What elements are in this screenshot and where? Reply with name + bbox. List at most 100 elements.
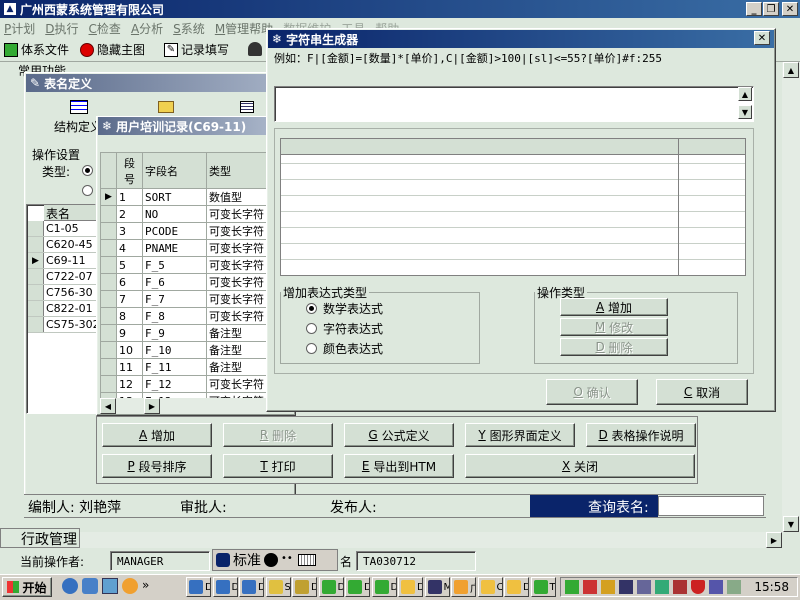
media-icon[interactable] bbox=[122, 578, 138, 594]
minimize-button[interactable]: _ bbox=[746, 2, 762, 16]
query-input[interactable] bbox=[658, 496, 764, 516]
type-radio-1[interactable] bbox=[82, 165, 93, 176]
taskbar-task-2[interactable]: D bbox=[239, 577, 264, 597]
taskbar-task-3[interactable]: S bbox=[265, 577, 291, 597]
header-seq[interactable]: 段号 bbox=[116, 152, 143, 189]
bottom-button-2[interactable]: G 公式定义 bbox=[344, 423, 454, 447]
expression-input[interactable] bbox=[274, 86, 754, 122]
menu-item-5[interactable]: M管理帮助 bbox=[215, 20, 273, 37]
tray-icon-4[interactable] bbox=[619, 580, 633, 594]
main-vscroll[interactable] bbox=[782, 62, 800, 532]
scroll-right-arrow[interactable]: ▶ bbox=[144, 398, 160, 414]
table-name-row[interactable]: ▶ C69-11 bbox=[28, 253, 96, 269]
bottom-button-row2-2[interactable]: E 导出到HTM bbox=[344, 454, 454, 478]
toolbar-item-hide[interactable]: 隐藏主图 bbox=[80, 41, 145, 58]
taskbar-task-4[interactable]: D bbox=[292, 577, 317, 597]
main-scroll-down[interactable]: ▼ bbox=[783, 516, 799, 532]
cancel-button[interactable]: C 取消 bbox=[656, 379, 748, 405]
type-radio-2[interactable] bbox=[82, 185, 93, 196]
desktop-icon[interactable] bbox=[102, 578, 118, 594]
main-scroll-up[interactable]: ▲ bbox=[783, 62, 799, 78]
bottom-button-row2-1[interactable]: T 打印 bbox=[223, 454, 333, 478]
table-name-row[interactable]: C722-07 bbox=[28, 269, 96, 285]
table-name-row[interactable]: CS75-302 bbox=[28, 317, 96, 333]
taskbar-task-9[interactable]: M bbox=[424, 577, 450, 597]
field-row[interactable]: 2 NO 可变长字符 bbox=[100, 205, 268, 223]
field-row[interactable]: ▶ 1 SORT 数值型 bbox=[100, 188, 268, 206]
op-button-0[interactable]: A 增加 bbox=[560, 298, 668, 316]
field-row[interactable]: 8 F_8 可变长字符 bbox=[100, 307, 268, 325]
taskbar-task-11[interactable]: C bbox=[477, 577, 503, 597]
structure-icon[interactable] bbox=[70, 100, 88, 114]
op-button-1[interactable]: M 修改 bbox=[560, 318, 668, 336]
op-button-2[interactable]: D 删除 bbox=[560, 338, 668, 356]
list-icon[interactable] bbox=[240, 101, 254, 113]
taskbar-task-1[interactable]: D bbox=[212, 577, 238, 597]
taskbar-task-7[interactable]: D bbox=[371, 577, 397, 597]
field-row[interactable]: 3 PCODE 可变长字符 bbox=[100, 222, 268, 240]
header-field-name[interactable]: 字段名 bbox=[142, 152, 207, 189]
bottom-button-1[interactable]: R 删除 bbox=[223, 423, 333, 447]
expr-radio-0[interactable]: 数学表达式 bbox=[306, 300, 383, 317]
field-row[interactable]: 11 F_11 备注型 bbox=[100, 358, 268, 376]
taskbar-task-10[interactable]: 广 bbox=[451, 577, 476, 597]
taskbar-task-5[interactable]: D bbox=[318, 577, 344, 597]
field-grid-hscroll[interactable] bbox=[100, 398, 268, 414]
bottom-button-0[interactable]: A 增加 bbox=[102, 423, 212, 447]
toolbar-item-docs[interactable]: 体系文件 bbox=[4, 41, 69, 58]
taskbar-task-6[interactable]: D bbox=[345, 577, 370, 597]
folder-icon[interactable] bbox=[158, 101, 174, 113]
field-row[interactable]: 12 F_12 可变长字符 bbox=[100, 375, 268, 393]
tray-icon-6[interactable] bbox=[655, 580, 669, 594]
chevron-icon[interactable]: » bbox=[142, 578, 149, 594]
shield-icon[interactable] bbox=[691, 580, 705, 594]
bottom-button-4[interactable]: D 表格操作说明 bbox=[586, 423, 696, 447]
field-row[interactable]: 10 F_10 备注型 bbox=[100, 341, 268, 359]
header-type[interactable]: 类型 bbox=[206, 152, 268, 189]
dialog-close-button[interactable]: ✕ bbox=[754, 31, 770, 45]
bottom-button-row2-3[interactable]: X 关闭 bbox=[465, 454, 695, 478]
bottom-hscroll[interactable] bbox=[80, 532, 782, 548]
confirm-button[interactable]: O 确认 bbox=[546, 379, 638, 405]
expr-radio-2[interactable]: 颜色表达式 bbox=[306, 340, 383, 357]
scroll-left-arrow[interactable]: ◀ bbox=[100, 398, 116, 414]
menu-item-3[interactable]: A分析 bbox=[131, 20, 163, 37]
ie-icon[interactable] bbox=[62, 578, 78, 594]
table-name-row[interactable]: C756-30 bbox=[28, 285, 96, 301]
expr-scroll-down[interactable]: ▼ bbox=[738, 105, 752, 119]
bottom-scroll-right[interactable]: ▶ bbox=[766, 532, 782, 548]
start-button[interactable]: 开始 bbox=[2, 577, 52, 597]
restore-button[interactable]: ❐ bbox=[763, 2, 779, 16]
taskbar-task-13[interactable]: T bbox=[530, 577, 556, 597]
taskbar-task-12[interactable]: D bbox=[504, 577, 529, 597]
tray-icon-2[interactable] bbox=[583, 580, 597, 594]
close-button[interactable]: ✕ bbox=[782, 2, 798, 16]
expr-scroll-up[interactable]: ▲ bbox=[738, 87, 752, 101]
table-name-row[interactable]: C620-45 bbox=[28, 237, 96, 253]
field-row[interactable]: 5 F_5 可变长字符 bbox=[100, 256, 268, 274]
table-name-row[interactable]: C822-01 bbox=[28, 301, 96, 317]
field-row[interactable]: 4 PNAME 可变长字符 bbox=[100, 239, 268, 257]
menu-item-4[interactable]: S系统 bbox=[173, 20, 205, 37]
bottom-button-3[interactable]: Y 图形界面定义 bbox=[465, 423, 575, 447]
expr-radio-1[interactable]: 字符表达式 bbox=[306, 320, 383, 337]
clock[interactable]: 15:58 bbox=[754, 580, 789, 594]
field-row[interactable]: 6 F_6 可变长字符 bbox=[100, 273, 268, 291]
tray-icon-7[interactable] bbox=[673, 580, 687, 594]
tray-icon-3[interactable] bbox=[601, 580, 615, 594]
ime-bar[interactable]: 标准 •• bbox=[212, 549, 338, 571]
field-row[interactable]: 7 F_7 可变长字符 bbox=[100, 290, 268, 308]
tray-icon-9[interactable] bbox=[709, 580, 723, 594]
person-icon[interactable] bbox=[248, 42, 262, 56]
tray-icon-5[interactable] bbox=[637, 580, 651, 594]
tray-icon-1[interactable] bbox=[565, 580, 579, 594]
toolbar-item-record[interactable]: ✎ 记录填写 bbox=[164, 41, 229, 58]
field-row[interactable]: 9 F_9 备注型 bbox=[100, 324, 268, 342]
menu-item-1[interactable]: D执行 bbox=[45, 20, 78, 37]
outlook-icon[interactable] bbox=[82, 578, 98, 594]
expression-grid[interactable] bbox=[280, 138, 746, 276]
menu-item-2[interactable]: C检查 bbox=[89, 20, 121, 37]
taskbar-task-8[interactable]: D bbox=[398, 577, 423, 597]
bottom-button-row2-0[interactable]: P 段号排序 bbox=[102, 454, 212, 478]
menu-item-0[interactable]: P计划 bbox=[4, 20, 35, 37]
